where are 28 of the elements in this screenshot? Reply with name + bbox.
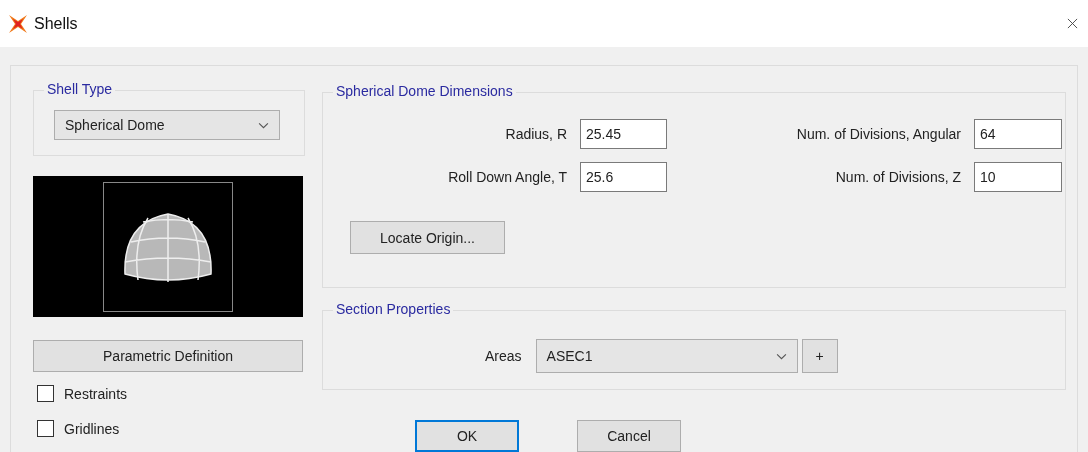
areas-dropdown[interactable]: ASEC1 — [535, 339, 798, 373]
input-field[interactable]: 64 — [974, 119, 1062, 149]
checkbox[interactable] — [37, 385, 54, 402]
checkbox[interactable] — [37, 420, 54, 437]
checkbox-label: Gridlines — [64, 420, 120, 437]
input-field[interactable]: 25.6 — [580, 162, 667, 192]
group-title: Section Properties — [333, 301, 454, 317]
window-title: Shells — [34, 14, 78, 33]
locate-origin-button[interactable]: Locate Origin... — [350, 221, 505, 254]
close-icon[interactable] — [1067, 18, 1078, 29]
add-button[interactable]: + — [801, 339, 838, 373]
field-label: Areas — [485, 348, 522, 364]
chevron-icon — [258, 121, 269, 129]
input-field[interactable]: 10 — [974, 162, 1062, 192]
dialog-button[interactable]: OK — [415, 420, 519, 452]
dialog-button[interactable]: Cancel — [577, 420, 681, 452]
field-label: Roll Down Angle, T — [447, 169, 568, 185]
group-title: Shell Type — [44, 81, 116, 97]
field-label: Num. of Divisions, Angular — [795, 126, 962, 142]
group-title: Spherical Dome Dimensions — [333, 83, 516, 99]
chevron-icon — [775, 352, 787, 360]
checkbox-label: Restraints — [64, 385, 128, 402]
field-label: Num. of Divisions, Z — [834, 169, 962, 185]
field-label: Radius, R — [504, 126, 568, 142]
app-icon — [8, 13, 28, 34]
shell-type-dropdown[interactable]: Spherical Dome — [54, 110, 280, 140]
input-field[interactable]: 25.45 — [580, 119, 667, 149]
parametric-definition-button[interactable]: Parametric Definition — [33, 340, 303, 372]
